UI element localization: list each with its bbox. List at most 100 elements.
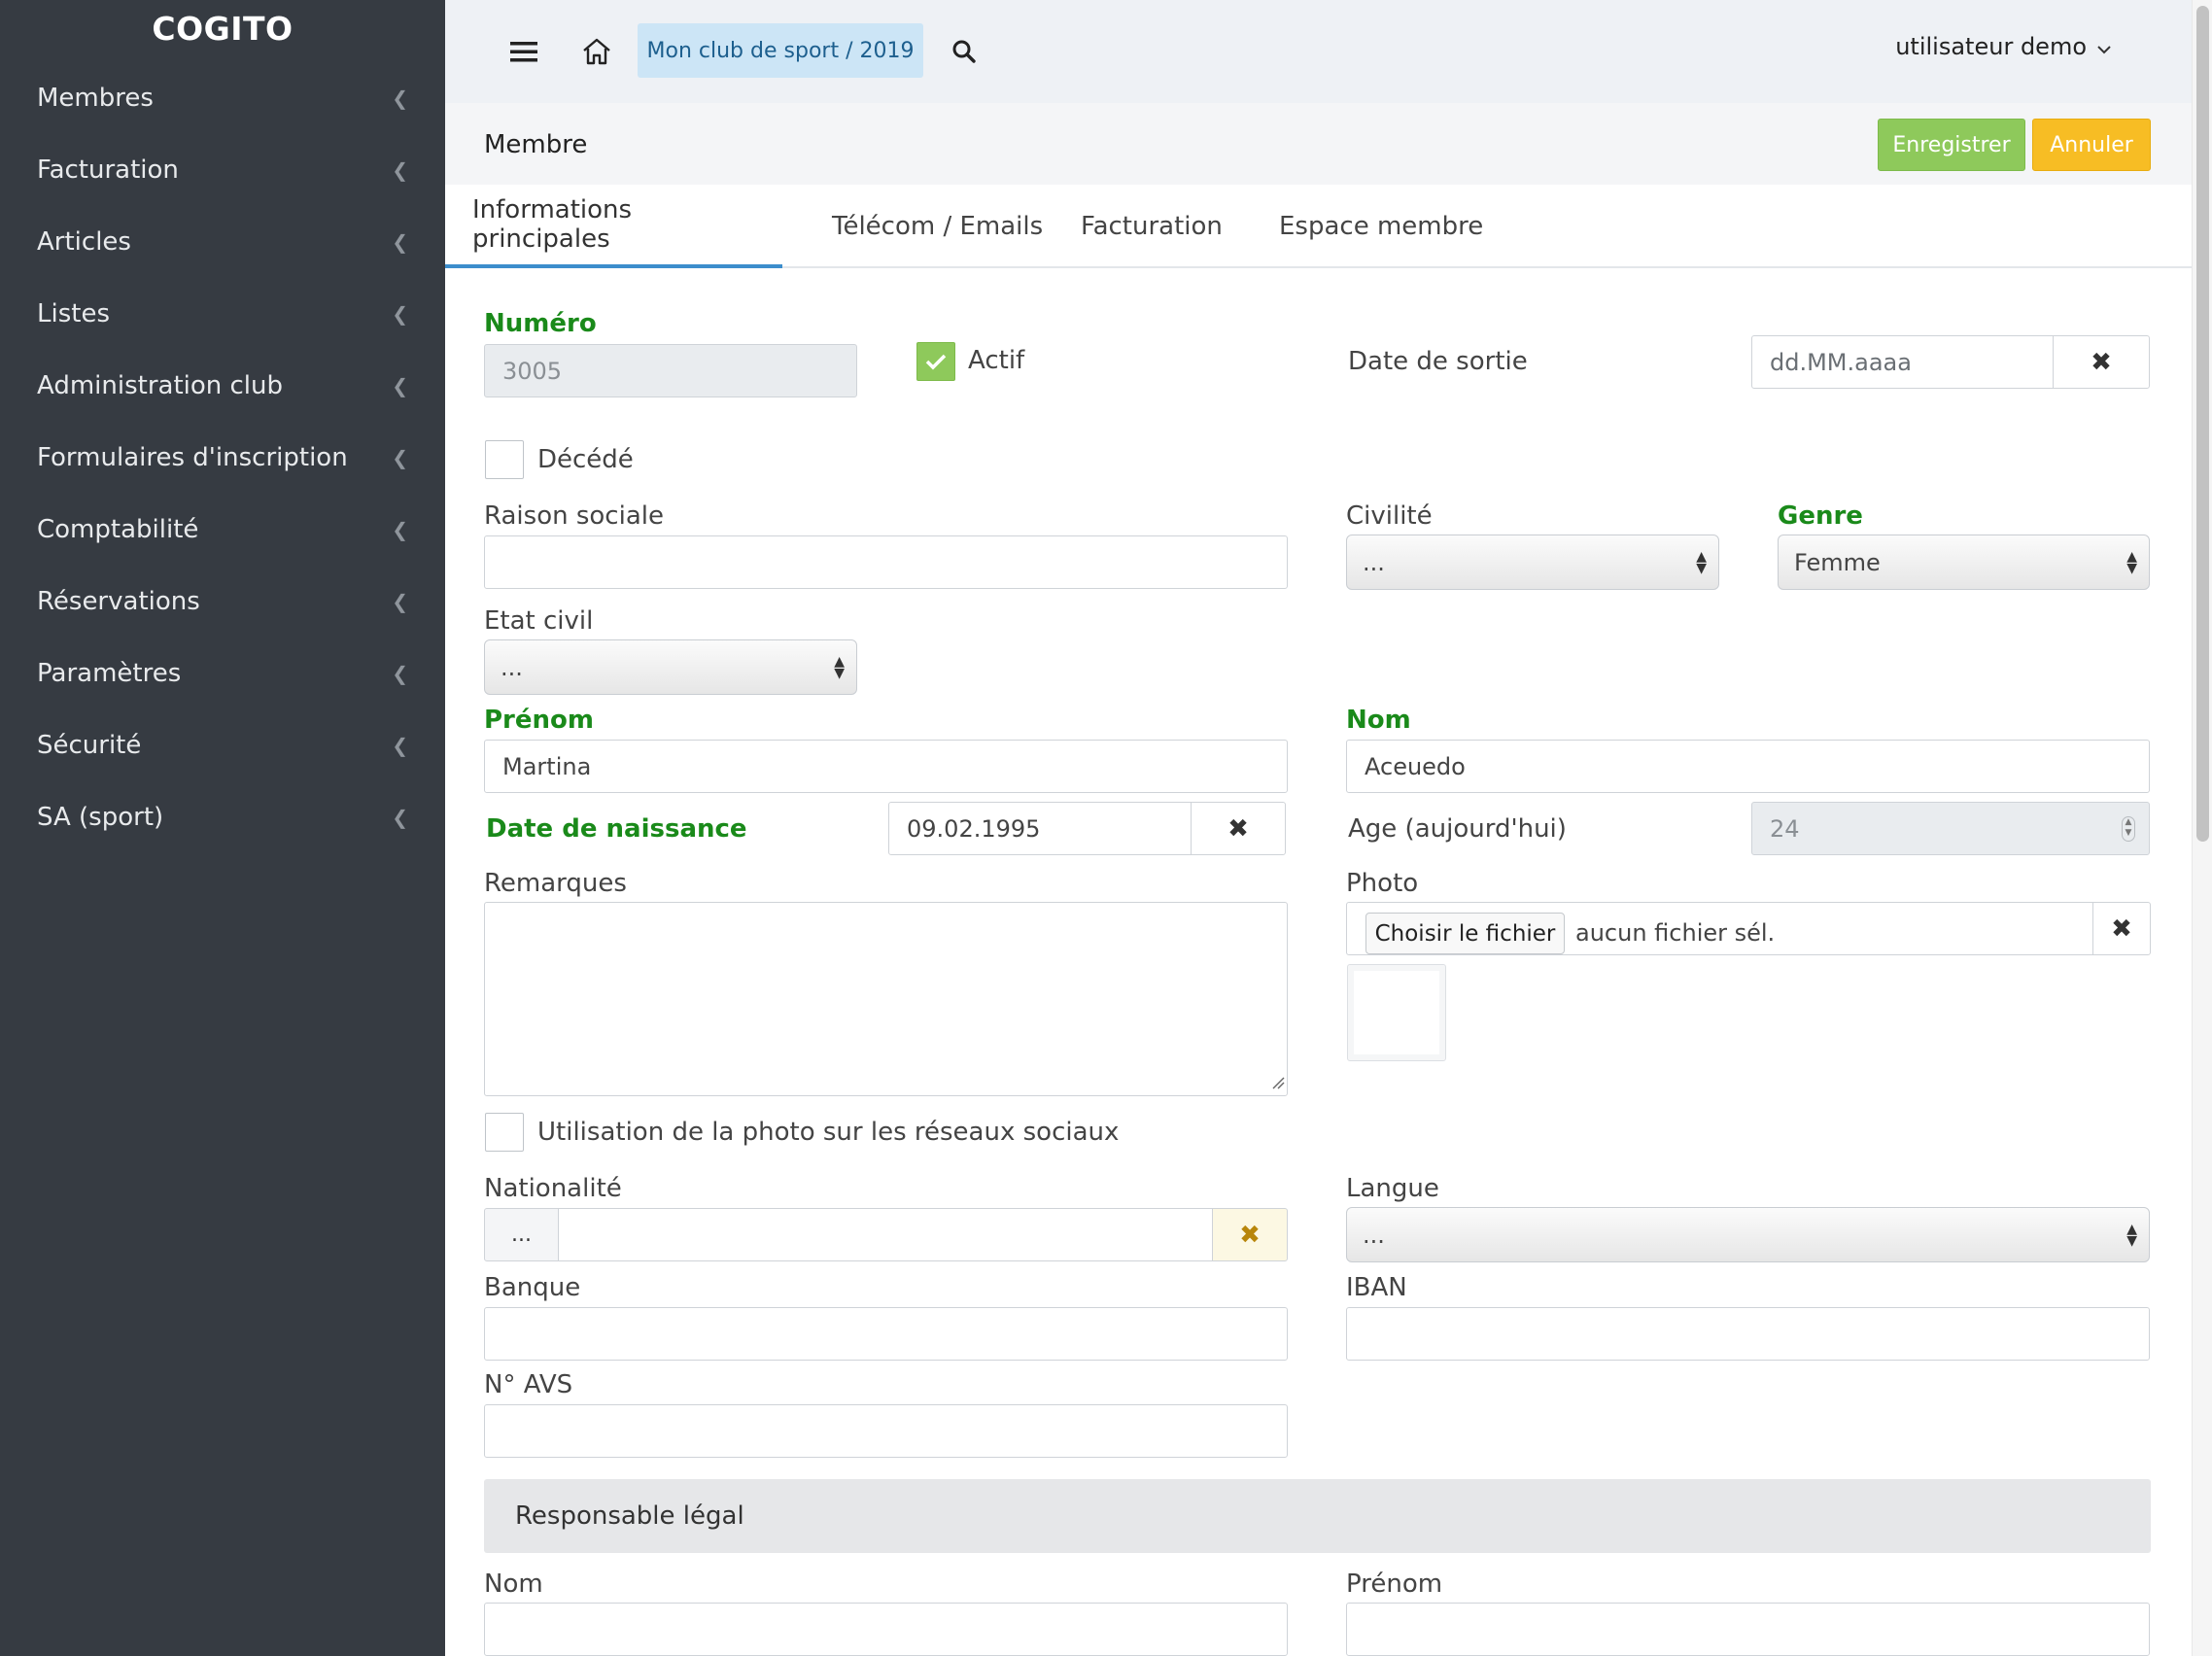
nationalite-clear[interactable]: ✖	[1212, 1208, 1288, 1261]
sidebar-item-membres[interactable]: Membres ❮	[0, 62, 445, 134]
sidebar-item-facturation[interactable]: Facturation ❮	[0, 134, 445, 206]
age-field: 24 ▲ ▼	[1751, 802, 2150, 855]
raison-sociale-label: Raison sociale	[484, 501, 664, 531]
nationalite-label: Nationalité	[484, 1174, 622, 1203]
date-sortie-clear[interactable]: ✖	[2053, 335, 2150, 389]
genre-select[interactable]: Femme ▲ ▼	[1778, 535, 2150, 590]
decede-label: Décédé	[537, 445, 634, 474]
scrollbar-thumb[interactable]	[2196, 6, 2209, 842]
langue-label: Langue	[1346, 1174, 1439, 1203]
actif-checkbox[interactable]	[916, 342, 955, 381]
tab-informations-principales[interactable]: Informations principales	[445, 185, 782, 268]
select-arrows-icon: ▲ ▼	[1696, 548, 1707, 576]
iban-input[interactable]	[1346, 1307, 2150, 1361]
close-icon: ✖	[1227, 813, 1249, 844]
sidebar-item-listes[interactable]: Listes ❮	[0, 278, 445, 350]
decede-checkbox[interactable]	[485, 440, 524, 479]
civilite-select[interactable]: ... ▲ ▼	[1346, 535, 1719, 590]
civilite-label: Civilité	[1346, 501, 1433, 531]
select-arrows-icon: ▲ ▼	[2126, 1221, 2137, 1249]
tab-facturation[interactable]: Facturation	[1054, 185, 1250, 268]
sidebar-item-label: Facturation	[37, 155, 179, 185]
sidebar-item-label: Administration club	[37, 371, 284, 400]
save-button[interactable]: Enregistrer	[1878, 119, 2025, 171]
nom-input[interactable]: Aceuedo	[1346, 740, 2150, 793]
remarques-textarea[interactable]	[484, 902, 1288, 1096]
chevron-left-icon: ❮	[392, 86, 408, 110]
sidebar-item-securite[interactable]: Sécurité ❮	[0, 709, 445, 781]
responsable-nom-label: Nom	[484, 1570, 543, 1599]
page-header: Membre Enregistrer Annuler	[445, 103, 2192, 185]
user-name: utilisateur demo	[1895, 33, 2087, 60]
raison-sociale-input[interactable]	[484, 535, 1288, 589]
hamburger-icon[interactable]	[503, 31, 544, 72]
cancel-button[interactable]: Annuler	[2032, 119, 2151, 171]
chevron-left-icon: ❮	[392, 158, 408, 182]
spinner-icon: ▲ ▼	[2122, 816, 2135, 842]
remarques-label: Remarques	[484, 869, 627, 898]
banque-input[interactable]	[484, 1307, 1288, 1361]
tab-espace-membre[interactable]: Espace membre	[1252, 185, 1510, 268]
actif-label: Actif	[968, 346, 1025, 375]
prenom-input[interactable]: Martina	[484, 740, 1288, 793]
responsable-nom-input[interactable]	[484, 1603, 1288, 1656]
chevron-left-icon: ❮	[392, 806, 408, 829]
home-icon[interactable]	[576, 31, 617, 72]
avs-label: N° AVS	[484, 1370, 573, 1399]
avs-input[interactable]	[484, 1404, 1288, 1458]
nationalite-picker-button[interactable]: ...	[484, 1208, 559, 1261]
chevron-left-icon: ❮	[392, 230, 408, 254]
tab-telecom-emails[interactable]: Télécom / Emails	[805, 185, 1070, 268]
select-arrows-icon: ▲ ▼	[2126, 548, 2137, 576]
langue-value: ...	[1363, 1221, 1385, 1249]
user-menu[interactable]: utilisateur demo	[1895, 33, 2112, 60]
sidebar-item-label: Articles	[37, 227, 131, 257]
photo-social-label: Utilisation de la photo sur les réseaux …	[537, 1118, 1120, 1147]
photo-social-checkbox[interactable]	[485, 1113, 524, 1152]
chevron-left-icon: ❮	[392, 662, 408, 685]
photo-preview	[1347, 964, 1446, 1061]
sidebar-item-comptabilite[interactable]: Comptabilité ❮	[0, 494, 445, 566]
date-naissance-input[interactable]: 09.02.1995	[888, 802, 1192, 855]
choose-file-button[interactable]: Choisir le fichier	[1365, 913, 1565, 954]
photo-clear[interactable]: ✖	[2092, 902, 2151, 955]
etat-civil-select[interactable]: ... ▲ ▼	[484, 639, 857, 695]
date-sortie-input[interactable]: dd.MM.aaaa	[1751, 335, 2054, 389]
etat-civil-value: ...	[501, 653, 523, 681]
select-arrows-icon: ▲ ▼	[834, 653, 845, 681]
close-icon: ✖	[1239, 1220, 1261, 1250]
sidebar-item-sa-sport[interactable]: SA (sport) ❮	[0, 781, 445, 853]
sidebar-item-label: Réservations	[37, 587, 200, 616]
iban-label: IBAN	[1346, 1273, 1407, 1302]
responsable-prenom-label: Prénom	[1346, 1570, 1443, 1599]
resize-handle-icon[interactable]	[1269, 1074, 1285, 1093]
nom-label: Nom	[1346, 706, 1411, 735]
date-naissance-clear[interactable]: ✖	[1191, 802, 1286, 855]
sidebar-item-reservations[interactable]: Réservations ❮	[0, 566, 445, 638]
responsable-prenom-input[interactable]	[1346, 1603, 2150, 1656]
scrollbar[interactable]	[2192, 0, 2212, 1656]
sidebar-item-formulaires[interactable]: Formulaires d'inscription ❮	[0, 422, 445, 494]
brand-logo[interactable]: COGITO	[0, 0, 445, 58]
age-label: Age (aujourd'hui)	[1348, 814, 1567, 844]
search-icon[interactable]	[944, 31, 985, 72]
close-icon: ✖	[2091, 347, 2112, 377]
sidebar-item-label: Sécurité	[37, 731, 142, 760]
date-sortie-label: Date de sortie	[1348, 347, 1528, 376]
etat-civil-label: Etat civil	[484, 606, 594, 636]
sidebar-item-label: Comptabilité	[37, 515, 199, 544]
club-selector[interactable]: Mon club de sport / 2019	[638, 23, 923, 78]
sidebar-item-parametres[interactable]: Paramètres ❮	[0, 638, 445, 709]
chevron-left-icon: ❮	[392, 374, 408, 397]
langue-select[interactable]: ... ▲ ▼	[1346, 1207, 2150, 1262]
sidebar: COGITO Membres ❮ Facturation ❮ Articles ❮ L…	[0, 0, 445, 1656]
nationalite-input[interactable]	[558, 1208, 1213, 1261]
sidebar-item-label: Listes	[37, 299, 110, 328]
chevron-left-icon: ❮	[392, 590, 408, 613]
age-value: 24	[1770, 814, 1800, 843]
sidebar-item-articles[interactable]: Articles ❮	[0, 206, 445, 278]
genre-value: Femme	[1794, 548, 1881, 576]
responsable-legal-header: Responsable légal	[484, 1479, 2151, 1553]
sidebar-item-administration-club[interactable]: Administration club ❮	[0, 350, 445, 422]
close-icon: ✖	[2111, 914, 2132, 944]
